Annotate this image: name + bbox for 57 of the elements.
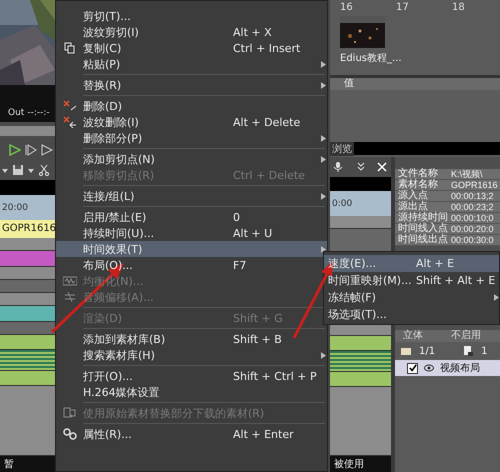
clip-number: 16 bbox=[340, 2, 350, 13]
property-value: 00:00:10;0 bbox=[451, 213, 495, 223]
property-name: 源持续时间 bbox=[397, 213, 449, 223]
menu-item[interactable]: 连接/组(L) bbox=[56, 188, 327, 204]
timeline-ruler[interactable]: 0:00 bbox=[330, 191, 391, 216]
property-name: 源入点 bbox=[397, 191, 429, 201]
timeline-ruler[interactable]: 20:00 bbox=[0, 195, 55, 220]
menu-item[interactable]: 粘贴(P) bbox=[56, 56, 327, 72]
property-value: 00:00:23;2 bbox=[451, 202, 495, 212]
status-text: 被使用 bbox=[333, 458, 364, 471]
menu-item[interactable]: 布局(O)... F7 bbox=[56, 257, 327, 273]
ruler-time: 0:00 bbox=[331, 198, 352, 208]
menu-item[interactable]: 剪切(T)... bbox=[56, 8, 327, 24]
menu-item[interactable]: 复制(C) Ctrl + Insert bbox=[56, 40, 327, 56]
layer-count: 1 bbox=[481, 346, 488, 356]
menu-item[interactable]: 波纹删除(I) Alt + Delete bbox=[56, 114, 327, 130]
menu-item[interactable]: 添加到素材库(B) Shift + B bbox=[56, 331, 327, 347]
menu-item[interactable]: 场选项(T)... bbox=[324, 306, 499, 323]
property-value: K:\视频\ bbox=[451, 169, 484, 179]
preview-tab[interactable]: 浏览 bbox=[330, 142, 354, 156]
property-value: 00:00:13;2 bbox=[451, 191, 495, 201]
menu-item[interactable]: 冻结帧(F) bbox=[324, 289, 499, 306]
menu-item[interactable]: 时间重映射(M)... Shift + Alt + E bbox=[324, 272, 499, 289]
column-header: 立体 bbox=[403, 330, 423, 342]
clip-number: 18 bbox=[452, 2, 462, 13]
list-row[interactable]: 视频布局 bbox=[395, 360, 500, 376]
menu-item[interactable]: 时间效果(T) bbox=[56, 241, 327, 257]
menu-item[interactable]: 替换(R) bbox=[56, 77, 327, 93]
property-name: 素材名称 bbox=[397, 180, 439, 190]
property-value: 00:00:20:0 bbox=[451, 224, 495, 234]
page-count: 1/1 bbox=[419, 346, 436, 356]
menu-item[interactable]: 波纹剪切(I) Alt + X bbox=[56, 24, 327, 40]
property-name: 文件名称 bbox=[397, 169, 439, 179]
property-name: 时间线入点 bbox=[397, 224, 449, 234]
timeline-clip[interactable]: GOPR1616 bbox=[0, 220, 55, 238]
menu-item[interactable]: H.264媒体设置 bbox=[56, 384, 327, 400]
menu-item[interactable]: 打开(O)... Shift + Ctrl + P bbox=[56, 368, 327, 384]
out-label: Out bbox=[8, 108, 24, 118]
menu-item[interactable]: 删除部分(P) bbox=[56, 130, 327, 146]
column-header: 不启用 bbox=[451, 330, 481, 342]
clip-name: Edius教程_... bbox=[340, 52, 403, 65]
menu-item[interactable]: 属性(R)... Alt + Enter bbox=[56, 426, 327, 442]
menu-item[interactable]: 添加剪切点(N) bbox=[56, 151, 327, 167]
menu-item[interactable]: 启用/禁止(E) 0 bbox=[56, 209, 327, 225]
out-timecode: --:--:- bbox=[27, 108, 50, 118]
status-text: 暂 bbox=[3, 458, 14, 471]
property-value: GOPR1616 bbox=[451, 180, 499, 190]
property-value: 00:00:30:0 bbox=[451, 235, 495, 245]
menu-item[interactable]: 搜索素材库(H) bbox=[56, 347, 327, 363]
column-header: 值 bbox=[344, 78, 354, 89]
layout-item[interactable]: 视频布局 bbox=[440, 361, 480, 375]
property-name: 时间线出点 bbox=[397, 235, 449, 245]
clip-number: 17 bbox=[396, 2, 406, 13]
ruler-time: 20:00 bbox=[1, 202, 28, 212]
menu-item[interactable]: 删除(D) bbox=[56, 98, 327, 114]
property-name: 源出点 bbox=[397, 202, 428, 212]
menu-item[interactable]: 持续时间(U)... Alt + U bbox=[56, 225, 327, 241]
